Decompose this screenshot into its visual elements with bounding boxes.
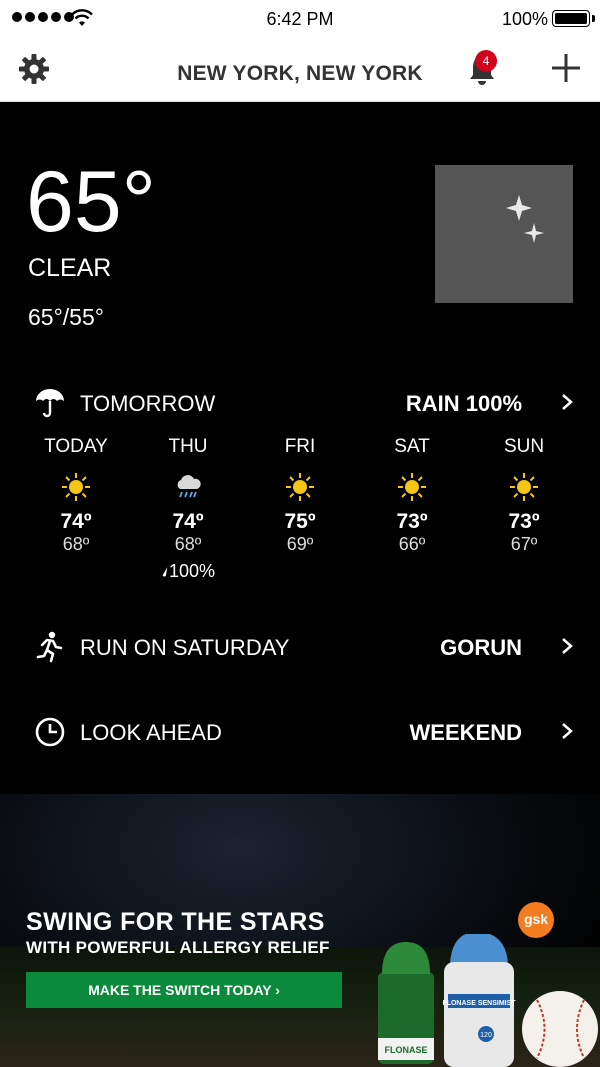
sun-icon [286, 473, 314, 501]
forecast-high: 74º [172, 510, 204, 533]
runner-icon [36, 631, 63, 663]
look-ahead-value: WEEKEND [409, 720, 522, 745]
run-value: GORUN [440, 635, 522, 660]
forecast-day-name: SAT [394, 436, 430, 457]
ad-banner[interactable]: gsk SWING FOR THE STARS WITH POWERFUL AL… [0, 794, 600, 1067]
location-title[interactable]: NEW YORK, NEW YORK [0, 62, 600, 86]
current-condition: CLEAR [28, 254, 112, 282]
forecast-low: 67º [510, 534, 538, 554]
forecast-day-name: FRI [284, 436, 316, 457]
current-hi-lo: 65°/55° [28, 304, 104, 330]
sun-icon [398, 473, 426, 501]
look-ahead-label: LOOK AHEAD [80, 720, 222, 745]
chevron-right-icon [562, 638, 573, 654]
ad-cta-button[interactable]: MAKE THE SWITCH TODAY › [26, 972, 342, 1008]
forecast-high: 73º [396, 510, 428, 533]
forecast-day[interactable]: THU 74º 68º 100% [132, 436, 244, 582]
sun-icon [510, 473, 538, 501]
moon-stars-icon [481, 195, 544, 269]
plus-icon[interactable] [550, 52, 582, 84]
daily-forecast: TODAY 74º 68º THU 74º 68º 100% FRI 75º 6… [20, 436, 580, 596]
rain-cloud-icon [177, 475, 201, 498]
tomorrow-label: TOMORROW [80, 391, 216, 416]
forecast-low: 68º [174, 534, 202, 554]
product-count: 120 [480, 1032, 492, 1039]
current-temperature: 65° [26, 154, 157, 250]
clock-icon [35, 717, 65, 747]
product-image: FLONASE FLONASE SENSIMIST 120 [378, 934, 598, 1067]
brand-logo: gsk [518, 902, 554, 938]
status-bar: 6:42 PM 100% [0, 0, 600, 36]
chevron-right-icon [562, 394, 573, 410]
product-label: FLONASE [384, 1045, 427, 1055]
sun-icon [62, 473, 90, 501]
tomorrow-value: RAIN 100% [405, 391, 522, 416]
tomorrow-row[interactable]: TOMORROW RAIN 100% [0, 382, 600, 422]
ad-headline: SWING FOR THE STARS [26, 908, 325, 936]
forecast-low: 69º [286, 534, 314, 554]
battery-icon [552, 10, 590, 27]
forecast-high: 73º [508, 510, 540, 533]
forecast-day-name: TODAY [44, 436, 108, 457]
forecast-day[interactable]: FRI 75º 69º [244, 436, 356, 555]
run-label: RUN ON SATURDAY [80, 635, 290, 660]
forecast-high: 74º [60, 510, 92, 533]
umbrella-icon [36, 389, 64, 418]
forecast-high: 75º [284, 510, 316, 533]
product-label-2: FLONASE SENSIMIST [442, 1000, 516, 1007]
current-condition-tile [435, 165, 573, 303]
notification-badge: 4 [475, 50, 497, 72]
forecast-day[interactable]: TODAY 74º 68º [20, 436, 132, 555]
forecast-precip: 100% [132, 561, 244, 582]
chevron-right-icon [562, 723, 573, 739]
forecast-precip-value: 100% [168, 561, 216, 581]
weather-main: 65° CLEAR 65°/55° TOMORROW RAIN 100% TOD… [0, 102, 600, 1067]
battery-percent: 100% [501, 9, 548, 29]
forecast-day-name: THU [168, 436, 208, 457]
forecast-day-name: SUN [503, 436, 545, 457]
raindrop-icon [162, 567, 168, 577]
nav-bar: NEW YORK, NEW YORK 4 [0, 36, 600, 102]
ad-subheadline: WITH POWERFUL ALLERGY RELIEF [26, 938, 330, 957]
forecast-day[interactable]: SUN 73º 67º [468, 436, 580, 555]
forecast-low: 68º [62, 534, 90, 554]
forecast-day[interactable]: SAT 73º 66º [356, 436, 468, 555]
look-ahead-row[interactable]: LOOK AHEAD WEEKEND [0, 711, 600, 751]
forecast-low: 66º [398, 534, 426, 554]
run-row[interactable]: RUN ON SATURDAY GORUN [0, 626, 600, 666]
